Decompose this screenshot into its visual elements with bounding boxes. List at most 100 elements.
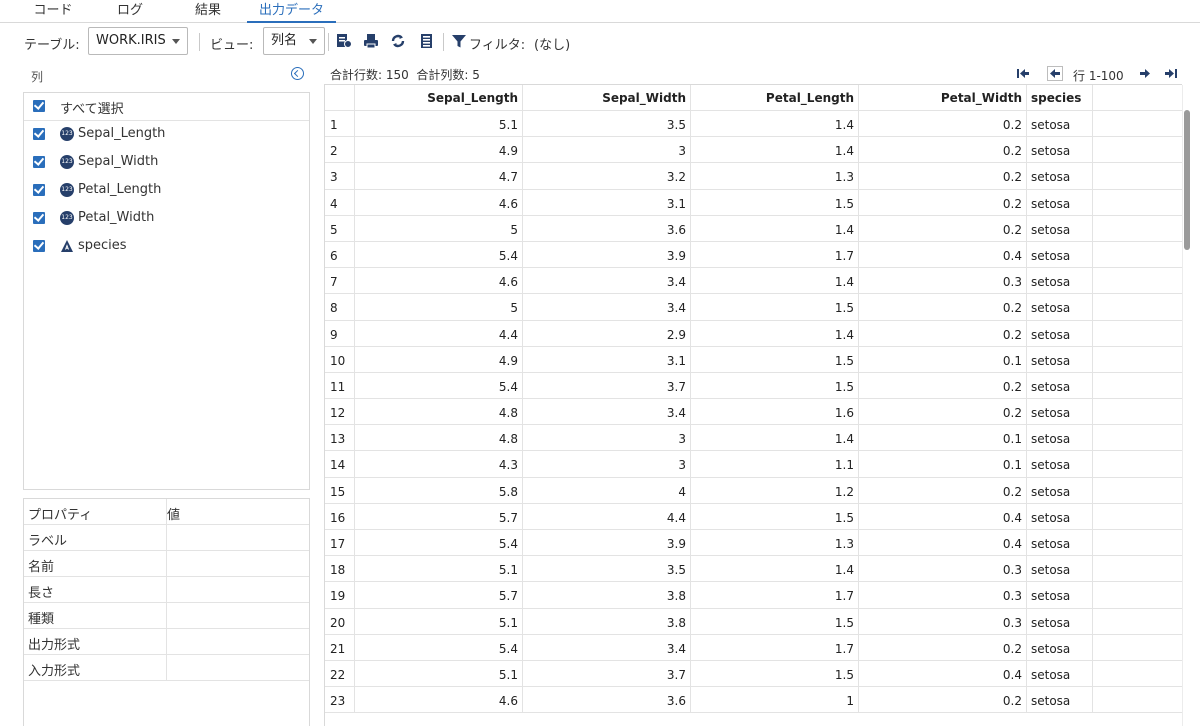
column-checkbox[interactable] — [33, 156, 45, 168]
collapse-panel-icon[interactable] — [291, 67, 304, 80]
column-header[interactable]: Sepal_Length — [355, 85, 523, 111]
table-cell: 3.8 — [523, 582, 691, 609]
toolbar-divider — [199, 33, 200, 51]
column-checkbox[interactable] — [33, 128, 45, 140]
select-all-item[interactable]: すべて選択 — [24, 93, 309, 121]
tab-output-data[interactable]: 出力データ — [247, 2, 336, 23]
table-cell: 0.1 — [859, 346, 1027, 373]
table-cell: setosa — [1027, 451, 1093, 478]
tab-bar: コード ログ 結果 出力データ — [0, 0, 1200, 23]
table-row[interactable]: 10 4.9 3.1 1.5 0.1 setosa — [325, 346, 1182, 373]
table-row[interactable]: 1 5.1 3.5 1.4 0.2 setosa — [325, 111, 1182, 138]
table-cell-filler — [1093, 216, 1182, 242]
select-all-label: すべて選択 — [60, 102, 124, 117]
column-header[interactable]: Sepal_Width — [523, 85, 691, 111]
table-properties-icon[interactable] — [335, 32, 353, 50]
table-cell: 1.5 — [691, 608, 859, 635]
table-cell: 0.2 — [859, 399, 1027, 426]
view-select[interactable]: 列名 — [263, 27, 325, 55]
table-cell: 1.4 — [691, 320, 859, 347]
table-cell: 1.6 — [691, 399, 859, 426]
table-cell: 1.5 — [691, 346, 859, 373]
table-cell: 3.9 — [523, 530, 691, 556]
table-cell: 1.2 — [691, 477, 859, 504]
table-row[interactable]: 20 5.1 3.8 1.5 0.3 setosa — [325, 608, 1182, 635]
row-number-cell: 12 — [325, 399, 355, 426]
table-cell: 5.1 — [355, 111, 523, 137]
table-row[interactable]: 22 5.1 3.7 1.5 0.4 setosa — [325, 660, 1182, 688]
column-checkbox[interactable] — [33, 184, 45, 196]
table-cell: 0.2 — [859, 320, 1027, 347]
grid-header-row: Sepal_Length Sepal_Width Petal_Length Pe… — [325, 85, 1182, 111]
table-row[interactable]: 11 5.4 3.7 1.5 0.2 setosa — [325, 372, 1182, 400]
table-select[interactable]: WORK.IRIS — [88, 27, 188, 55]
table-cell-filler — [1093, 504, 1182, 530]
table-row[interactable]: 19 5.7 3.8 1.7 0.3 setosa — [325, 582, 1182, 609]
scrollbar-thumb[interactable] — [1184, 110, 1190, 250]
row-number-cell: 23 — [325, 687, 355, 714]
table-row[interactable]: 21 5.4 3.4 1.7 0.2 setosa — [325, 634, 1182, 661]
tab-code[interactable]: コード — [30, 2, 76, 23]
numeric-column-icon: 123 — [60, 211, 74, 225]
table-row[interactable]: 3 4.7 3.2 1.3 0.2 setosa — [325, 163, 1182, 190]
table-row[interactable]: 12 4.8 3.4 1.6 0.2 setosa — [325, 399, 1182, 426]
column-item-petal-width[interactable]: 123 Petal_Width — [24, 205, 309, 233]
last-page-icon[interactable] — [1164, 67, 1178, 80]
tab-log[interactable]: ログ — [112, 2, 148, 23]
properties-header-key: プロパティ — [28, 508, 93, 523]
table-cell: 4.4 — [355, 320, 523, 347]
table-row[interactable]: 2 4.9 3 1.4 0.2 setosa — [325, 137, 1182, 164]
table-cell-filler — [1093, 687, 1182, 713]
table-row[interactable]: 13 4.8 3 1.4 0.1 setosa — [325, 425, 1182, 452]
table-cell: 3.5 — [523, 556, 691, 583]
table-cell-filler — [1093, 242, 1182, 268]
table-cell: 0.3 — [859, 268, 1027, 295]
column-checkbox[interactable] — [33, 212, 45, 224]
table-row[interactable]: 9 4.4 2.9 1.4 0.2 setosa — [325, 320, 1182, 347]
filter-icon[interactable] — [450, 32, 468, 50]
table-cell: 0.1 — [859, 451, 1027, 478]
table-row[interactable]: 4 4.6 3.1 1.5 0.2 setosa — [325, 189, 1182, 216]
table-cell: 1.4 — [691, 556, 859, 583]
table-cell: 0.1 — [859, 425, 1027, 452]
table-cell: setosa — [1027, 111, 1093, 137]
filter-label: フィルタ: — [469, 38, 526, 53]
select-all-checkbox[interactable] — [33, 100, 45, 112]
properties-header-value: 値 — [167, 508, 181, 523]
column-header[interactable]: Petal_Length — [691, 85, 859, 111]
column-item-sepal-width[interactable]: 123 Sepal_Width — [24, 149, 309, 177]
table-cell: 1.4 — [691, 137, 859, 164]
table-row[interactable]: 15 5.8 4 1.2 0.2 setosa — [325, 477, 1182, 504]
columns-icon[interactable] — [417, 32, 435, 50]
table-cell: 0.2 — [859, 189, 1027, 216]
previous-page-icon[interactable] — [1047, 66, 1063, 81]
table-row[interactable]: 7 4.6 3.4 1.4 0.3 setosa — [325, 268, 1182, 295]
table-row[interactable]: 18 5.1 3.5 1.4 0.3 setosa — [325, 556, 1182, 583]
table-cell: 3.6 — [523, 215, 691, 242]
table-row[interactable]: 17 5.4 3.9 1.3 0.4 setosa — [325, 530, 1182, 557]
column-name: Petal_Width — [78, 210, 155, 225]
column-checkbox[interactable] — [33, 240, 45, 252]
table-row[interactable]: 14 4.3 3 1.1 0.1 setosa — [325, 451, 1182, 478]
column-header[interactable]: Petal_Width — [859, 85, 1027, 111]
table-cell: setosa — [1027, 189, 1093, 216]
table-row[interactable]: 6 5.4 3.9 1.7 0.4 setosa — [325, 241, 1182, 269]
data-grid: Sepal_Length Sepal_Width Petal_Length Pe… — [324, 84, 1182, 726]
table-row[interactable]: 5 5 3.6 1.4 0.2 setosa — [325, 215, 1182, 242]
table-row[interactable]: 23 4.6 3.6 1 0.2 setosa — [325, 687, 1182, 714]
table-row[interactable]: 16 5.7 4.4 1.5 0.4 setosa — [325, 503, 1182, 530]
table-cell: 1.5 — [691, 372, 859, 399]
refresh-icon[interactable] — [389, 32, 407, 50]
column-item-species[interactable]: species — [24, 233, 309, 261]
column-item-sepal-length[interactable]: 123 Sepal_Length — [24, 121, 309, 149]
table-cell: setosa — [1027, 294, 1093, 321]
table-row[interactable]: 8 5 3.4 1.5 0.2 setosa — [325, 294, 1182, 321]
next-page-icon[interactable] — [1138, 67, 1152, 80]
column-header[interactable]: species — [1027, 85, 1093, 111]
first-page-icon[interactable] — [1016, 67, 1030, 80]
table-cell: setosa — [1027, 556, 1093, 583]
table-cell: 0.2 — [859, 634, 1027, 661]
print-icon[interactable] — [362, 32, 380, 50]
tab-results[interactable]: 結果 — [188, 2, 228, 23]
column-item-petal-length[interactable]: 123 Petal_Length — [24, 177, 309, 205]
